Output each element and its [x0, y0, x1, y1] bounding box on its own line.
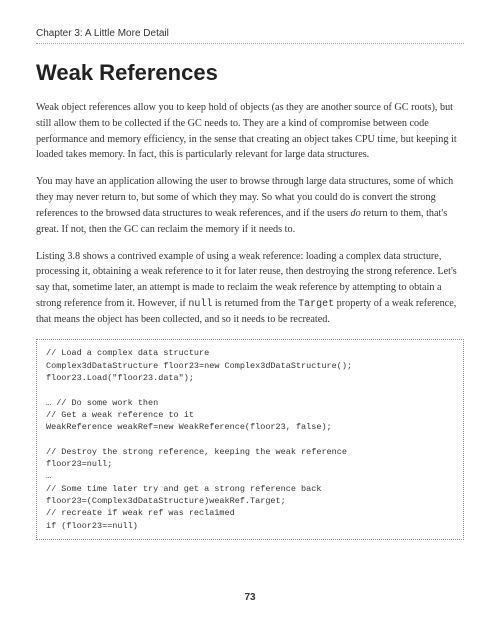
paragraph-1: Weak object references allow you to keep…	[36, 100, 464, 163]
paragraph-2: You may have an application allowing the…	[36, 174, 464, 237]
paragraph-3: Listing 3.8 shows a contrived example of…	[36, 249, 464, 329]
chapter-header: Chapter 3: A Little More Detail	[36, 28, 464, 44]
code-listing: // Load a complex data structure Complex…	[36, 339, 464, 540]
page-number: 73	[0, 592, 500, 603]
inline-code-null: null	[188, 299, 212, 310]
paragraph-2-do: do	[351, 208, 361, 219]
paragraph-3b: is returned from the	[212, 298, 298, 309]
section-title: Weak References	[36, 60, 464, 86]
inline-code-target: Target	[298, 299, 334, 310]
